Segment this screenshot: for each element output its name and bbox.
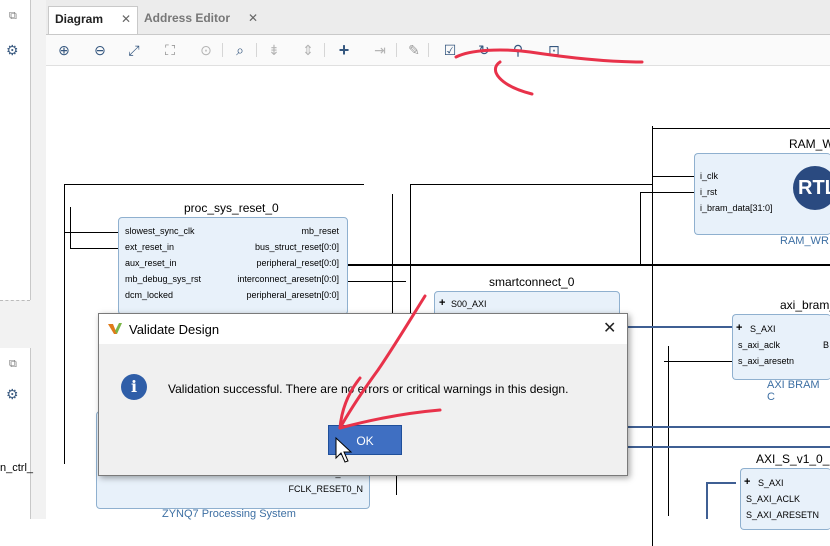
port-label: ext_reset_in xyxy=(125,242,175,252)
truncated-label: n_ctrl_ xyxy=(0,462,34,474)
port-label: dcm_locked xyxy=(125,290,174,300)
wire xyxy=(64,184,65,464)
tab-address-editor[interactable]: Address Editor ✕ xyxy=(138,6,264,34)
axi-s-block[interactable]: + S_AXI S_AXI_ACLK S_AXI_ARESETN xyxy=(740,468,830,530)
block-title: smartconnect_0 xyxy=(489,275,575,289)
wire xyxy=(70,207,71,249)
block-title: AXI_S_v1_0_S xyxy=(756,452,830,466)
port-label: S_AXI xyxy=(750,324,776,334)
wrench-icon[interactable]: ✎ xyxy=(404,40,424,60)
port-label: bus_struct_reset[0:0] xyxy=(254,242,339,252)
port-label: aux_reset_in xyxy=(125,258,177,268)
block-title: axi_bram_ xyxy=(780,298,830,312)
wire xyxy=(346,281,406,282)
close-icon[interactable]: ✕ xyxy=(248,6,258,30)
port-label: i_clk xyxy=(700,171,719,181)
bus xyxy=(616,426,830,428)
port-label: i_bram_data[31:0] xyxy=(700,203,773,213)
zoom-area-icon[interactable]: ⛶ xyxy=(160,40,180,60)
bus xyxy=(706,482,708,519)
axi-bram-block[interactable]: + S_AXI s_axi_aclk s_axi_aresetn B xyxy=(732,314,830,380)
gear-icon[interactable]: ⚙ xyxy=(6,42,19,59)
fit-view-icon[interactable]: ⤢ xyxy=(124,40,144,60)
bus xyxy=(626,326,732,328)
port-label: i_rst xyxy=(700,187,718,197)
port-label: s_axi_aresetn xyxy=(738,356,795,366)
toolbar-separator xyxy=(324,43,325,57)
regenerate-layout-icon[interactable]: ↻ xyxy=(474,40,494,60)
crosshair-icon[interactable]: ⊙ xyxy=(196,40,216,60)
plus-icon[interactable]: + xyxy=(439,297,445,309)
close-icon[interactable]: ✕ xyxy=(603,318,616,338)
port-icon[interactable]: ⊡ xyxy=(544,40,564,60)
make-external-icon[interactable]: ⇥ xyxy=(370,40,390,60)
port-label: S_AXI xyxy=(758,478,784,488)
ok-button[interactable]: OK xyxy=(328,425,402,455)
left-panel-top: ⧉ ⚙ xyxy=(0,0,31,300)
tab-bar: Diagram ✕ Address Editor ✕ xyxy=(46,0,830,35)
collapse-icon[interactable]: ⇟ xyxy=(264,40,284,60)
wire xyxy=(64,232,118,233)
dialog-titlebar[interactable]: Validate Design ✕ xyxy=(99,314,627,344)
zoom-in-icon[interactable]: ⊕ xyxy=(54,40,74,60)
info-icon: i xyxy=(121,374,147,400)
dialog-message: Validation successful. There are no erro… xyxy=(168,382,569,396)
wire xyxy=(346,264,830,266)
rtl-logo: RTL xyxy=(793,166,830,210)
ram-block[interactable]: i_clk i_rst i_bram_data[31:0] RTL xyxy=(694,153,830,235)
wire xyxy=(64,184,364,185)
port-label: peripheral_reset[0:0] xyxy=(256,258,339,268)
port-label: interconnect_aresetn[0:0] xyxy=(237,274,339,284)
close-icon[interactable]: ✕ xyxy=(121,7,131,31)
panel-divider xyxy=(0,300,30,301)
toolbar-separator xyxy=(396,43,397,57)
search-icon[interactable]: ⌕ xyxy=(230,40,250,60)
dialog-title: Validate Design xyxy=(129,322,220,337)
wire xyxy=(640,192,641,266)
toolbar-separator xyxy=(428,43,429,57)
wire xyxy=(664,361,732,362)
block-title: RAM_W xyxy=(789,137,830,151)
diagram-toolbar: ⊕ ⊖ ⤢ ⛶ ⊙ ⌕ ⇟ ⇕ + ⇥ ✎ ☑ ↻ ⚲ ⊡ xyxy=(46,35,830,66)
port-label: FCLK_RESET0_N xyxy=(288,484,363,494)
plus-icon[interactable]: + xyxy=(744,476,750,488)
optimize-routing-icon[interactable]: ⚲ xyxy=(508,40,528,60)
bus xyxy=(706,482,736,484)
tab-label: Address Editor xyxy=(144,11,231,25)
vivado-logo-icon xyxy=(108,323,122,334)
wire xyxy=(70,248,118,249)
block-subtitle: AXI BRAM C xyxy=(767,379,820,403)
wire xyxy=(410,184,652,185)
left-panel: ⧉ ⚙ ⧉ ⚙ n_ctrl_ xyxy=(0,0,46,519)
wire xyxy=(668,346,669,516)
port-label: B xyxy=(823,340,830,350)
tab-label: Diagram xyxy=(55,12,104,26)
proc-sys-reset-block[interactable]: slowest_sync_clk ext_reset_in aux_reset_… xyxy=(118,217,348,315)
port-label: S_AXI_ACLK xyxy=(746,494,801,504)
port-label: s_axi_aclk xyxy=(738,340,781,350)
validate-design-dialog: Validate Design ✕ i Validation successfu… xyxy=(98,313,628,476)
add-ip-icon[interactable]: + xyxy=(334,40,354,60)
expand-icon[interactable]: ⇕ xyxy=(298,40,318,60)
port-label: mb_reset xyxy=(301,226,339,236)
bus xyxy=(616,446,830,448)
restore-icon[interactable]: ⧉ xyxy=(9,10,17,23)
zoom-out-icon[interactable]: ⊖ xyxy=(90,40,110,60)
port-label: slowest_sync_clk xyxy=(125,226,195,236)
block-subtitle: ZYNQ7 Processing System xyxy=(162,508,296,520)
port-label: peripheral_aresetn[0:0] xyxy=(246,290,339,300)
gear-icon[interactable]: ⚙ xyxy=(6,386,19,403)
block-subtitle: RAM_WR xyxy=(780,235,829,247)
tab-diagram[interactable]: Diagram ✕ xyxy=(48,6,138,34)
toolbar-separator xyxy=(256,43,257,57)
plus-icon[interactable]: + xyxy=(736,322,742,334)
port-label: S00_AXI xyxy=(451,299,487,309)
port-label: mb_debug_sys_rst xyxy=(125,274,202,284)
left-panel-bottom: ⧉ ⚙ n_ctrl_ xyxy=(0,348,34,519)
block-title: proc_sys_reset_0 xyxy=(184,201,279,215)
toolbar-separator xyxy=(222,43,223,57)
restore-icon[interactable]: ⧉ xyxy=(9,358,17,371)
validate-design-icon[interactable]: ☑ xyxy=(440,40,460,60)
